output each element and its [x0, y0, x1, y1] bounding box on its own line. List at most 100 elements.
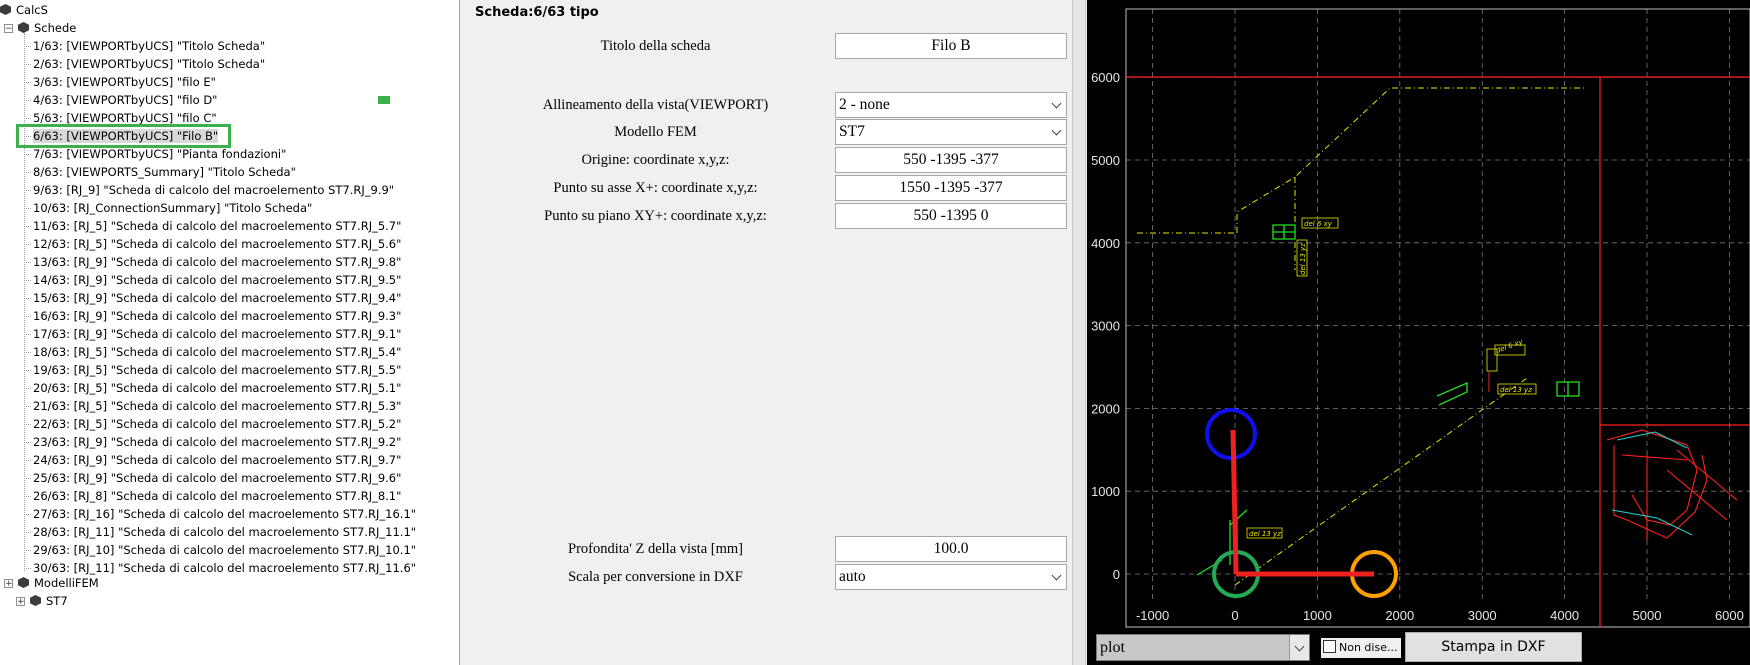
form-title: Scheda:6/63 tipo — [475, 5, 599, 20]
x-tick-label: 1000 — [1303, 608, 1332, 623]
checkbox-icon — [1323, 640, 1336, 653]
tree-connector — [24, 244, 31, 245]
tree-item-scheda[interactable]: 4/63: [VIEWPORTbyUCS] "filo D" — [33, 91, 217, 109]
tree-connector — [24, 226, 31, 227]
tree-item-scheda[interactable]: 2/63: [VIEWPORTbyUCS] "Titolo Scheda" — [33, 55, 265, 73]
tree-item-label: 24/63: [RJ_9] "Scheda di calcolo del mac… — [33, 453, 402, 467]
tree-item-scheda[interactable]: 11/63: [RJ_5] "Scheda di calcolo del mac… — [33, 217, 401, 235]
tree-item-scheda[interactable]: 14/63: [RJ_9] "Scheda di calcolo del mac… — [33, 271, 401, 289]
x-tick-label: 4000 — [1550, 608, 1579, 623]
tree-node-schede[interactable]: Schede — [18, 19, 76, 37]
splitter[interactable] — [1072, 0, 1086, 665]
tree-node-st7[interactable]: ST7 — [30, 592, 68, 610]
tree-item-label: 11/63: [RJ_5] "Scheda di calcolo del mac… — [33, 219, 402, 233]
x-tick-label: -1000 — [1136, 608, 1169, 623]
scala-select[interactable]: auto — [835, 564, 1067, 590]
tree-connector — [24, 82, 31, 83]
tree-item-scheda[interactable]: 24/63: [RJ_9] "Scheda di calcolo del mac… — [33, 451, 401, 469]
modello-select[interactable]: ST7 — [835, 119, 1067, 145]
piano-xy-field[interactable]: 550 -1395 0 — [835, 203, 1067, 229]
drawing-canvas[interactable]: -1000 0 1000 2000 3000 4000 5000 6000 0 1000 2000 3… — [1087, 0, 1750, 628]
annotation-label: del 6 xy — [1495, 338, 1525, 355]
tree-item-scheda[interactable]: 13/63: [RJ_9] "Scheda di calcolo del mac… — [33, 253, 401, 271]
tree-connector — [24, 478, 31, 479]
tree-item-label: 20/63: [RJ_5] "Scheda di calcolo del mac… — [33, 381, 402, 395]
x-tick-label: 3000 — [1468, 608, 1497, 623]
tree-item-label: 29/63: [RJ_10] "Scheda di calcolo del ma… — [33, 543, 417, 557]
expand-st7-icon[interactable]: + — [16, 597, 25, 607]
tree-item-scheda[interactable]: 19/63: [RJ_5] "Scheda di calcolo del mac… — [33, 361, 401, 379]
tree-item-scheda[interactable]: 23/63: [RJ_9] "Scheda di calcolo del mac… — [33, 433, 401, 451]
tree-item-scheda[interactable]: 12/63: [RJ_5] "Scheda di calcolo del mac… — [33, 235, 401, 253]
model-structure — [1606, 429, 1738, 540]
tree-item-scheda[interactable]: 8/63: [VIEWPORTS_Summary] "Titolo Scheda… — [33, 163, 296, 181]
tree-item-scheda[interactable]: 10/63: [RJ_ConnectionSummary] "Titolo Sc… — [33, 199, 312, 217]
marker-icon — [378, 96, 390, 104]
tree-node-modellifem[interactable]: ModelliFEM — [18, 574, 99, 592]
annotation-label: del 6 xy — [1304, 220, 1333, 228]
tree-item-scheda[interactable]: 9/63: [RJ_9] "Scheda di calcolo del macr… — [33, 181, 394, 199]
titolo-field[interactable]: Filo B — [835, 33, 1067, 59]
tree-item-scheda[interactable]: 16/63: [RJ_9] "Scheda di calcolo del mac… — [33, 307, 401, 325]
tree-connector — [24, 442, 31, 443]
expand-modellifem-icon[interactable]: + — [4, 579, 13, 589]
tree-connector — [24, 514, 31, 515]
x-tick-label: 2000 — [1385, 608, 1414, 623]
tree-item-scheda[interactable]: 17/63: [RJ_9] "Scheda di calcolo del mac… — [33, 325, 401, 343]
tree-node-calcs[interactable]: CalcS — [0, 1, 48, 19]
y-tick-label: 1000 — [1091, 484, 1120, 499]
tree-item-scheda[interactable]: 22/63: [RJ_5] "Scheda di calcolo del mac… — [33, 415, 401, 433]
stampa-dxf-button[interactable]: Stampa in DXF — [1405, 632, 1582, 662]
expand-schede-icon[interactable]: − — [4, 24, 13, 34]
tree-item-scheda[interactable]: 28/63: [RJ_11] "Scheda di calcolo del ma… — [33, 523, 416, 541]
tree-connector — [24, 64, 31, 65]
tree-item-scheda[interactable]: 15/63: [RJ_9] "Scheda di calcolo del mac… — [33, 289, 401, 307]
tree-connector — [24, 316, 31, 317]
asse-x-field[interactable]: 1550 -1395 -377 — [835, 175, 1067, 201]
plot-frame — [1125, 8, 1750, 628]
cad-viewer: -1000 0 1000 2000 3000 4000 5000 6000 0 1000 2000 3… — [1087, 0, 1750, 665]
tree-connector — [24, 370, 31, 371]
tree-connector — [24, 262, 31, 263]
tree-connector — [24, 352, 31, 353]
tree-item-scheda[interactable]: 18/63: [RJ_5] "Scheda di calcolo del mac… — [33, 343, 401, 361]
tree-item-scheda[interactable]: 26/63: [RJ_8] "Scheda di calcolo del mac… — [33, 487, 401, 505]
tree-item-scheda[interactable]: 25/63: [RJ_9] "Scheda di calcolo del mac… — [33, 469, 401, 487]
annotation-label: del 13 yz — [1299, 243, 1307, 275]
tree-connector — [24, 280, 31, 281]
tree-item-label: 27/63: [RJ_16] "Scheda di calcolo del ma… — [33, 507, 417, 521]
allineamento-select[interactable]: 2 - none — [835, 92, 1067, 118]
tree-item-scheda[interactable]: 21/63: [RJ_5] "Scheda di calcolo del mac… — [33, 397, 401, 415]
tree-item-label: 1/63: [VIEWPORTbyUCS] "Titolo Scheda" — [33, 39, 266, 53]
chevron-down-icon — [1051, 570, 1062, 581]
tree-item-scheda[interactable]: 27/63: [RJ_16] "Scheda di calcolo del ma… — [33, 505, 416, 523]
y-tick-label: 6000 — [1091, 70, 1120, 85]
profondita-field[interactable]: 100.0 — [835, 536, 1067, 562]
x-tick-label: 5000 — [1633, 608, 1662, 623]
tree-connector — [24, 172, 31, 173]
tree-item-label: 26/63: [RJ_8] "Scheda di calcolo del mac… — [33, 489, 402, 503]
tree-item-label: 9/63: [RJ_9] "Scheda di calcolo del macr… — [33, 183, 395, 197]
tree-item-label: 12/63: [RJ_5] "Scheda di calcolo del mac… — [33, 237, 402, 251]
x-tick-label: 6000 — [1715, 608, 1744, 623]
non-disegnare-checkbox[interactable]: Non dise... — [1321, 638, 1402, 658]
tree-item-label: 2/63: [VIEWPORTbyUCS] "Titolo Scheda" — [33, 57, 266, 71]
plot-select[interactable]: plot — [1096, 634, 1310, 661]
tree-schede-label: Schede — [34, 21, 77, 35]
properties-form: Scheda:6/63 tipo Titolo della scheda Fil… — [463, 0, 1071, 665]
tree-root-label: CalcS — [16, 3, 48, 17]
chevron-down-icon — [1051, 98, 1062, 109]
origine-field[interactable]: 550 -1395 -377 — [835, 147, 1067, 173]
tree-item-scheda[interactable]: 29/63: [RJ_10] "Scheda di calcolo del ma… — [33, 541, 416, 559]
tree-item-scheda[interactable]: 20/63: [RJ_5] "Scheda di calcolo del mac… — [33, 379, 401, 397]
tree-connector — [24, 33, 25, 571]
node-icon — [0, 4, 11, 15]
tree-connector — [24, 532, 31, 533]
tree-item-scheda[interactable]: 3/63: [VIEWPORTbyUCS] "filo E" — [33, 73, 216, 91]
tree-st7-label: ST7 — [46, 594, 68, 608]
tree-connector — [24, 100, 31, 101]
y-tick-label: 2000 — [1091, 401, 1120, 416]
tree-connector — [24, 550, 31, 551]
tree-item-scheda[interactable]: 1/63: [VIEWPORTbyUCS] "Titolo Scheda" — [33, 37, 265, 55]
tree-connector — [24, 568, 31, 569]
